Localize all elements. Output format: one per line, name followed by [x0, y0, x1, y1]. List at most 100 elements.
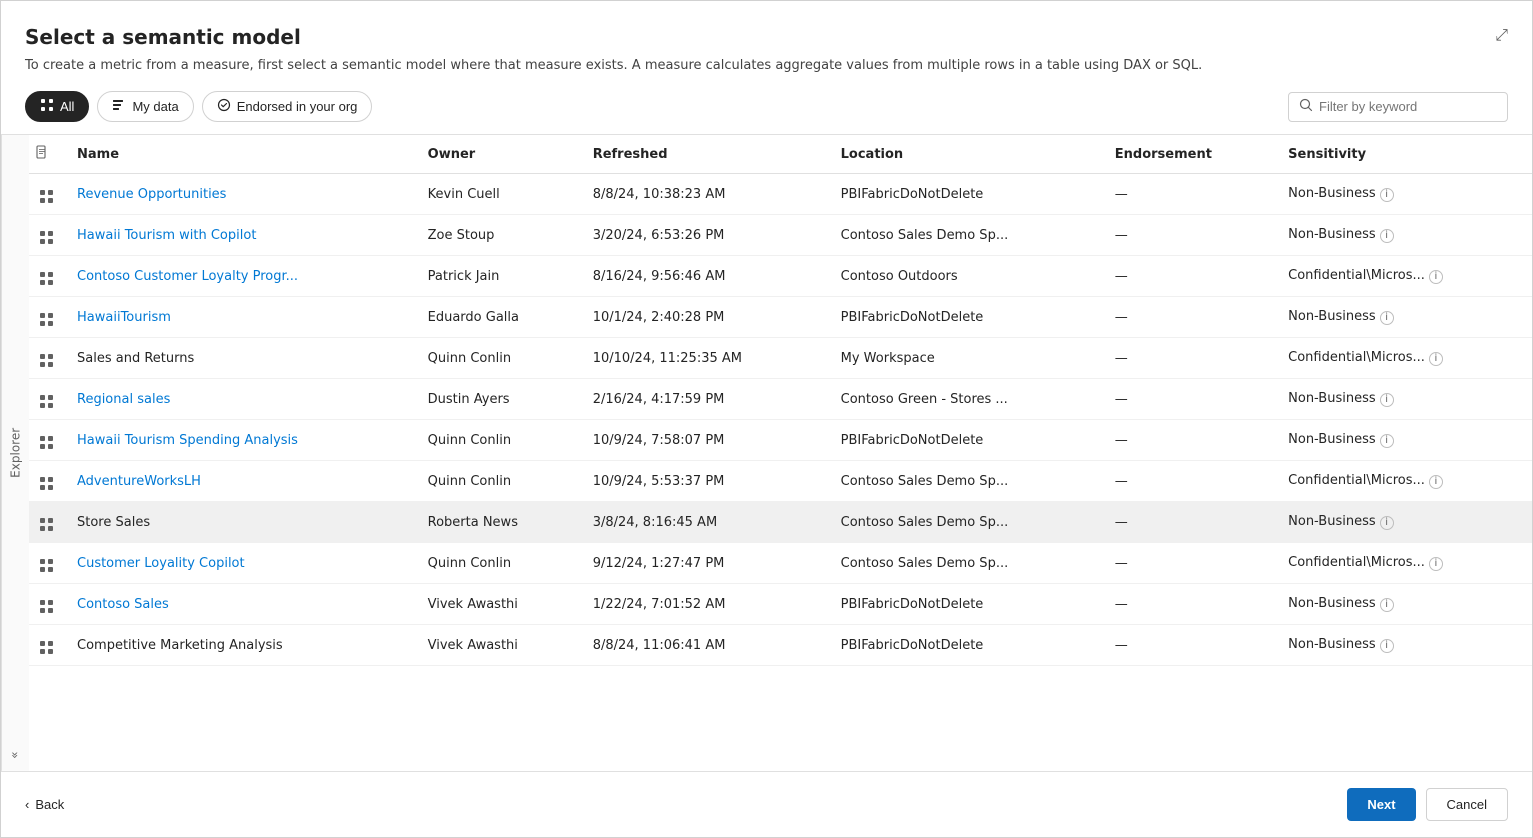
table-header-row: Name Owner Refreshed Location Endorsemen…	[29, 135, 1532, 174]
sensitivity-info-icon[interactable]: i	[1429, 352, 1443, 366]
content-area: » Explorer	[1, 134, 1532, 771]
all-filter-button[interactable]: All	[25, 91, 89, 122]
row-location: PBIFabricDoNotDelete	[829, 297, 1103, 338]
row-name[interactable]: AdventureWorksLH	[65, 461, 416, 502]
dialog-title: Select a semantic model	[25, 25, 301, 49]
sensitivity-info-icon[interactable]: i	[1429, 557, 1443, 571]
row-sensitivity: Non-Businessi	[1276, 379, 1532, 420]
search-box	[1288, 92, 1508, 122]
sensitivity-info-icon[interactable]: i	[1429, 475, 1443, 489]
table-row[interactable]: Hawaii Tourism with CopilotZoe Stoup3/20…	[29, 215, 1532, 256]
col-name-header: Name	[65, 135, 416, 174]
endorsed-filter-button[interactable]: Endorsed in your org	[202, 91, 373, 122]
row-name-text: Competitive Marketing Analysis	[77, 638, 283, 653]
dots-grid-icon	[40, 518, 54, 532]
row-name[interactable]: Contoso Customer Loyalty Progr...	[65, 256, 416, 297]
table-row[interactable]: Competitive Marketing AnalysisVivek Awas…	[29, 625, 1532, 666]
row-name[interactable]: Sales and Returns	[65, 338, 416, 379]
row-refreshed: 3/8/24, 8:16:45 AM	[581, 502, 829, 543]
row-owner: Kevin Cuell	[416, 174, 581, 215]
row-location: Contoso Outdoors	[829, 256, 1103, 297]
endorsed-filter-label: Endorsed in your org	[237, 99, 358, 114]
row-refreshed: 8/8/24, 11:06:41 AM	[581, 625, 829, 666]
table-row[interactable]: Contoso SalesVivek Awasthi1/22/24, 7:01:…	[29, 584, 1532, 625]
row-endorsement: —	[1103, 338, 1276, 379]
endorsed-icon	[217, 98, 231, 115]
row-name-link[interactable]: Hawaii Tourism Spending Analysis	[77, 433, 298, 448]
row-dots-icon	[29, 297, 65, 338]
row-name-link[interactable]: AdventureWorksLH	[77, 474, 201, 489]
row-refreshed: 9/12/24, 1:27:47 PM	[581, 543, 829, 584]
row-location: PBIFabricDoNotDelete	[829, 420, 1103, 461]
expand-icon[interactable]: ⤢	[1495, 25, 1508, 45]
sensitivity-info-icon[interactable]: i	[1380, 393, 1394, 407]
row-endorsement: —	[1103, 256, 1276, 297]
sensitivity-info-icon[interactable]: i	[1429, 270, 1443, 284]
table-row[interactable]: Sales and ReturnsQuinn Conlin10/10/24, 1…	[29, 338, 1532, 379]
my-data-icon	[112, 98, 126, 115]
row-name-link[interactable]: HawaiiTourism	[77, 310, 171, 325]
row-name-link[interactable]: Revenue Opportunities	[77, 187, 226, 202]
row-name[interactable]: Revenue Opportunities	[65, 174, 416, 215]
row-sensitivity: Non-Businessi	[1276, 502, 1532, 543]
next-button[interactable]: Next	[1347, 788, 1415, 821]
sensitivity-info-icon[interactable]: i	[1380, 598, 1394, 612]
col-endorsement-header: Endorsement	[1103, 135, 1276, 174]
my-data-filter-button[interactable]: My data	[97, 91, 193, 122]
row-sensitivity: Non-Businessi	[1276, 174, 1532, 215]
row-refreshed: 1/22/24, 7:01:52 AM	[581, 584, 829, 625]
row-name[interactable]: Hawaii Tourism Spending Analysis	[65, 420, 416, 461]
table-container[interactable]: Name Owner Refreshed Location Endorsemen…	[29, 135, 1532, 771]
row-name[interactable]: Store Sales	[65, 502, 416, 543]
table-row[interactable]: HawaiiTourismEduardo Galla10/1/24, 2:40:…	[29, 297, 1532, 338]
sensitivity-info-icon[interactable]: i	[1380, 188, 1394, 202]
row-dots-icon	[29, 420, 65, 461]
row-endorsement: —	[1103, 461, 1276, 502]
sensitivity-info-icon[interactable]: i	[1380, 516, 1394, 530]
row-refreshed: 2/16/24, 4:17:59 PM	[581, 379, 829, 420]
select-semantic-model-dialog: Select a semantic model ⤢ To create a me…	[0, 0, 1533, 838]
data-table: Name Owner Refreshed Location Endorsemen…	[29, 135, 1532, 666]
back-button[interactable]: ‹ Back	[25, 797, 64, 812]
search-input[interactable]	[1319, 99, 1497, 114]
row-name-link[interactable]: Hawaii Tourism with Copilot	[77, 228, 256, 243]
table-row[interactable]: AdventureWorksLHQuinn Conlin10/9/24, 5:5…	[29, 461, 1532, 502]
row-name[interactable]: Regional sales	[65, 379, 416, 420]
row-name-link[interactable]: Contoso Customer Loyalty Progr...	[77, 269, 298, 284]
sensitivity-info-icon[interactable]: i	[1380, 639, 1394, 653]
explorer-sidebar[interactable]: » Explorer	[1, 135, 29, 771]
row-sensitivity: Confidential\Micros...i	[1276, 543, 1532, 584]
table-row[interactable]: Regional salesDustin Ayers2/16/24, 4:17:…	[29, 379, 1532, 420]
row-name-link[interactable]: Customer Loyality Copilot	[77, 556, 245, 571]
row-name[interactable]: Customer Loyality Copilot	[65, 543, 416, 584]
all-filter-label: All	[60, 99, 74, 114]
row-name[interactable]: Hawaii Tourism with Copilot	[65, 215, 416, 256]
sensitivity-info-icon[interactable]: i	[1380, 434, 1394, 448]
row-owner: Quinn Conlin	[416, 543, 581, 584]
cancel-button[interactable]: Cancel	[1426, 788, 1508, 821]
sensitivity-info-icon[interactable]: i	[1380, 229, 1394, 243]
dots-grid-icon	[40, 477, 54, 491]
dots-grid-icon	[40, 600, 54, 614]
row-name[interactable]: Competitive Marketing Analysis	[65, 625, 416, 666]
row-location: PBIFabricDoNotDelete	[829, 584, 1103, 625]
table-row[interactable]: Contoso Customer Loyalty Progr... Patrick…	[29, 256, 1532, 297]
table-row[interactable]: Store SalesRoberta News3/8/24, 8:16:45 A…	[29, 502, 1532, 543]
table-row[interactable]: Revenue OpportunitiesKevin Cuell8/8/24, …	[29, 174, 1532, 215]
back-chevron-icon: ‹	[25, 797, 29, 812]
row-name[interactable]: HawaiiTourism	[65, 297, 416, 338]
table-row[interactable]: Hawaii Tourism Spending AnalysisQuinn Co…	[29, 420, 1532, 461]
row-dots-icon	[29, 174, 65, 215]
row-name-link[interactable]: Regional sales	[77, 392, 170, 407]
row-sensitivity: Confidential\Micros...i	[1276, 338, 1532, 379]
dialog-footer: ‹ Back Next Cancel	[1, 771, 1532, 837]
table-row[interactable]: Customer Loyality Copilot Quinn Conlin9/1…	[29, 543, 1532, 584]
row-owner: Patrick Jain	[416, 256, 581, 297]
col-location-header: Location	[829, 135, 1103, 174]
row-name-link[interactable]: Contoso Sales	[77, 597, 169, 612]
explorer-label: Explorer	[9, 428, 23, 478]
sensitivity-info-icon[interactable]: i	[1380, 311, 1394, 325]
explorer-chevron: »	[9, 752, 23, 759]
col-sensitivity-header: Sensitivity	[1276, 135, 1532, 174]
row-name[interactable]: Contoso Sales	[65, 584, 416, 625]
